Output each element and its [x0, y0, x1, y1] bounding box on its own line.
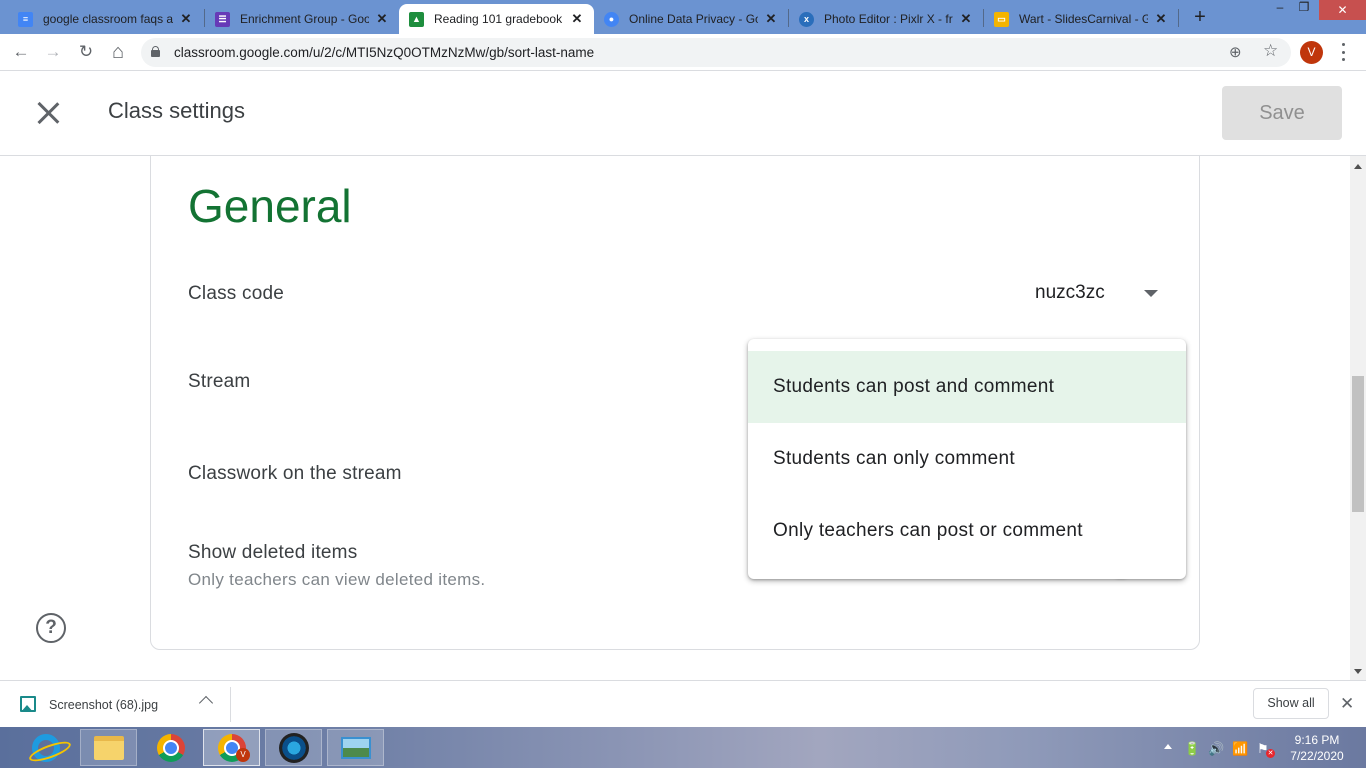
pixlr-icon: x — [799, 11, 814, 27]
stream-label: Stream — [188, 371, 251, 392]
browser-menu-icon[interactable] — [1340, 41, 1346, 63]
url-text[interactable]: classroom.google.com/u/2/c/MTI5NzQ0OTMzN… — [174, 45, 594, 60]
tab-pixlr-photo-editor[interactable]: x Photo Editor : Pixlr X - fr ✕ — [789, 4, 983, 34]
close-shelf-icon[interactable]: ✕ — [1340, 694, 1354, 714]
battery-icon[interactable]: 🔋 — [1184, 741, 1200, 757]
clock-time: 9:16 PM — [1294, 733, 1340, 747]
tab-label: Photo Editor : Pixlr X - fr — [824, 12, 953, 26]
tab-wart-slidescarnival[interactable]: ▭ Wart - SlidesCarnival - G ✕ — [984, 4, 1178, 34]
close-icon[interactable] — [33, 98, 63, 128]
tab-online-data-privacy[interactable]: ● Online Data Privacy - Go ✕ — [594, 4, 788, 34]
internet-explorer-icon — [31, 733, 60, 762]
show-deleted-items-label: Show deleted items — [188, 542, 358, 563]
tab-label: Online Data Privacy - Go — [629, 12, 758, 26]
media-player-icon — [278, 732, 309, 763]
zoom-icon[interactable]: ⊕ — [1229, 43, 1242, 61]
profile-badge: V — [236, 748, 250, 762]
tab-close-icon[interactable]: ✕ — [375, 11, 389, 27]
tab-reading-101-gradebook[interactable]: ▲ Reading 101 gradebook ✕ — [399, 4, 594, 34]
scroll-down-arrow-icon[interactable] — [1354, 669, 1362, 674]
lock-icon[interactable] — [151, 46, 160, 57]
taskbar-file-explorer[interactable] — [80, 729, 137, 766]
error-badge-icon: ✕ — [1266, 749, 1275, 758]
tab-close-icon[interactable]: ✕ — [1154, 11, 1168, 27]
page-scrollbar[interactable] — [1350, 156, 1366, 680]
folder-icon — [93, 735, 124, 760]
taskbar-media-player[interactable] — [265, 729, 322, 766]
browser-toolbar: ← → ↻ ⌂ classroom.google.com/u/2/c/MTI5N… — [0, 34, 1366, 71]
tab-close-icon[interactable]: ✕ — [570, 11, 584, 27]
photos-icon — [340, 736, 371, 759]
classwork-on-stream-label: Classwork on the stream — [188, 463, 402, 484]
divider — [230, 687, 231, 722]
taskbar-internet-explorer[interactable] — [17, 729, 74, 766]
window-close-button[interactable]: ✕ — [1319, 0, 1366, 20]
tab-label: Reading 101 gradebook — [434, 12, 563, 26]
restore-button[interactable]: ❐ — [1294, 0, 1314, 20]
tab-label: Enrichment Group - Goo — [240, 12, 369, 26]
menu-item-students-only-comment[interactable]: Students can only comment — [748, 423, 1186, 495]
new-tab-button[interactable]: + — [1190, 6, 1210, 29]
google-sites-icon: ● — [604, 11, 619, 27]
help-icon[interactable]: ? — [36, 613, 66, 643]
google-forms-icon: ☰ — [215, 11, 230, 27]
home-button[interactable]: ⌂ — [108, 42, 128, 62]
profile-avatar[interactable]: V — [1300, 41, 1323, 64]
tab-enrichment-group[interactable]: ☰ Enrichment Group - Goo ✕ — [205, 4, 399, 34]
show-hidden-icons-arrow-icon[interactable] — [1164, 744, 1172, 749]
tab-close-icon[interactable]: ✕ — [959, 11, 973, 27]
tab-separator — [1178, 9, 1179, 27]
bookmark-star-icon[interactable]: ☆ — [1263, 41, 1278, 61]
browser-tab-strip: ≡ google classroom faqs a ✕ ☰ Enrichment… — [0, 0, 1366, 34]
tab-label: Wart - SlidesCarnival - G — [1019, 12, 1148, 26]
volume-icon[interactable]: 🔊 — [1208, 741, 1224, 757]
class-code-dropdown-icon[interactable] — [1144, 290, 1158, 297]
tab-close-icon[interactable]: ✕ — [764, 11, 778, 27]
show-all-button[interactable]: Show all — [1253, 688, 1329, 719]
taskbar-chrome-profile[interactable]: V — [203, 729, 260, 766]
download-file-name[interactable]: Screenshot (68).jpg — [49, 698, 158, 712]
page-title: Class settings — [108, 98, 245, 123]
google-classroom-icon: ▲ — [409, 11, 424, 27]
url-path: /u/2/c/MTI5NzQ0OTMzNzMw/gb/sort-last-nam… — [309, 45, 595, 60]
save-button[interactable]: Save — [1222, 86, 1342, 140]
scroll-up-arrow-icon[interactable] — [1354, 164, 1362, 169]
clock-date: 7/22/2020 — [1290, 749, 1344, 763]
system-clock[interactable]: 9:16 PM 7/22/2020 — [1285, 732, 1349, 764]
google-slides-icon: ▭ — [994, 11, 1009, 27]
address-bar[interactable]: classroom.google.com/u/2/c/MTI5NzQ0OTMzN… — [141, 38, 1291, 67]
taskbar-photos[interactable] — [327, 729, 384, 766]
minimize-button[interactable]: – — [1270, 0, 1290, 20]
chrome-icon — [156, 733, 185, 762]
tab-close-icon[interactable]: ✕ — [179, 11, 193, 27]
forward-button[interactable]: → — [43, 42, 63, 62]
back-button[interactable]: ← — [11, 42, 31, 62]
windows-taskbar: V 🔋 🔊 📶 ⚑ ✕ 9:16 PM 7/22/2020 — [0, 727, 1366, 768]
tab-label: google classroom faqs a — [43, 12, 173, 26]
download-shelf: Screenshot (68).jpg Show all ✕ — [0, 680, 1366, 727]
url-host: classroom.google.com — [174, 45, 310, 60]
show-deleted-items-description: Only teachers can view deleted items. — [188, 570, 486, 589]
scrollbar-thumb[interactable] — [1352, 376, 1364, 512]
reload-button[interactable]: ↻ — [76, 42, 96, 62]
image-file-icon — [20, 696, 36, 712]
class-code-value[interactable]: nuzc3zc — [1035, 282, 1105, 304]
menu-item-only-teachers-post[interactable]: Only teachers can post or comment — [748, 495, 1186, 567]
network-signal-icon[interactable]: 📶 — [1232, 741, 1248, 757]
section-title-general: General — [188, 180, 352, 232]
stream-options-menu: Students can post and comment Students c… — [748, 339, 1186, 579]
taskbar-chrome[interactable] — [142, 729, 199, 766]
menu-item-students-post-and-comment[interactable]: Students can post and comment — [748, 351, 1186, 423]
app-header: Class settings Save — [0, 72, 1366, 156]
chevron-up-icon[interactable] — [198, 695, 214, 711]
tab-google-classroom-faqs[interactable]: ≡ google classroom faqs a ✕ — [8, 4, 203, 34]
class-code-label: Class code — [188, 283, 284, 304]
google-docs-icon: ≡ — [18, 11, 33, 27]
